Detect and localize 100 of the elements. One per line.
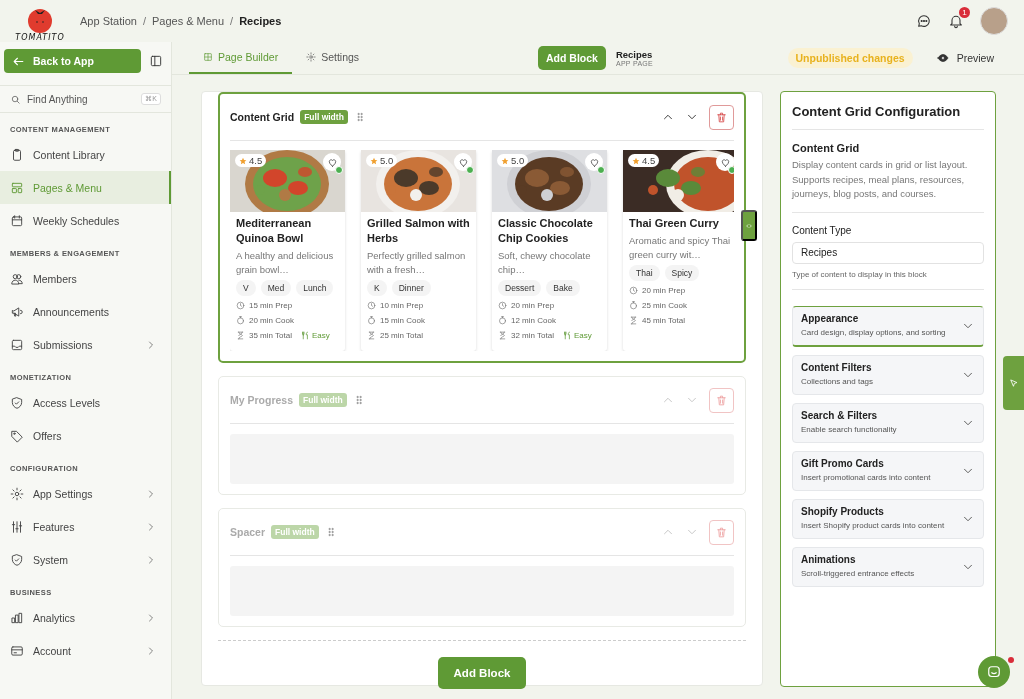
- clipboard-icon: [10, 147, 24, 162]
- breadcrumb-separator: /: [230, 15, 234, 27]
- status-dot: [466, 166, 474, 174]
- credit-card-icon: [10, 643, 24, 658]
- cursor-tool-button[interactable]: [1003, 356, 1024, 410]
- sidebar-item[interactable]: Content Library: [0, 138, 171, 171]
- hourglass-icon: [498, 331, 507, 340]
- sidebar-item[interactable]: Analytics: [0, 601, 171, 634]
- sidebar-item[interactable]: Features: [0, 510, 171, 543]
- tag: Lunch: [296, 280, 334, 296]
- breadcrumb[interactable]: App Station: [80, 15, 137, 27]
- content-type-field[interactable]: Recipes: [792, 241, 984, 264]
- panel-title: Content Grid Configuration: [792, 92, 984, 130]
- clock-icon: [629, 286, 638, 295]
- recipe-card[interactable]: 5.0 Grilled Salmon with Herbs Perfectly grilled salmon with a fresh… K Dinner 10 min Prep 15 min Cook 25 min Total: [361, 150, 476, 351]
- hourglass-icon: [236, 331, 245, 340]
- tag: Med: [260, 280, 292, 296]
- sidebar-label: Pages & Menu: [33, 181, 102, 194]
- content-block[interactable]: [218, 92, 746, 363]
- accordion-section[interactable]: Gift Promo Cards Insert promotional cards into content: [792, 450, 984, 491]
- heart-icon: [326, 156, 338, 168]
- status-dot: [728, 166, 734, 174]
- width-badge: Full width: [299, 393, 347, 407]
- delete-button[interactable]: [709, 519, 734, 545]
- sidebar-item[interactable]: System: [0, 543, 171, 576]
- recipe-card[interactable]: 5.0 Classic Chocolate Chip Cookies Soft, chewy chocolate chip… Dessert Bake 20 min Prep 12 min Cook 32 min Total Easy: [492, 150, 607, 351]
- delete-button[interactable]: [709, 104, 734, 130]
- tag: Dinner: [391, 280, 431, 296]
- star-icon: [370, 156, 378, 165]
- clock-icon: [367, 301, 376, 310]
- trash-icon: [715, 525, 728, 539]
- bell-icon: [948, 13, 964, 29]
- eye-icon: [936, 52, 949, 64]
- notification-badge: 1: [959, 7, 970, 18]
- sidebar-toggle-icon: [149, 54, 163, 68]
- hourglass-icon: [629, 316, 638, 325]
- sidebar-item[interactable]: Access Levels: [0, 386, 171, 419]
- timer-icon: [367, 316, 376, 325]
- total-time: 25 min Total: [380, 331, 423, 340]
- shield-icon: [10, 395, 24, 410]
- sidebar-label: App Settings: [33, 487, 93, 500]
- resize-handle[interactable]: [741, 210, 757, 241]
- unread-dot: [1008, 657, 1014, 663]
- search-placeholder: Find Anything: [27, 93, 88, 105]
- recipe-card[interactable]: 4.5 Mediterranean Quinoa Bowl A healthy and delicious grain bowl… V Med Lunch 15 min Prep 20 min Cook 35 min Total Easy: [230, 150, 345, 351]
- sidebar-label: Announcements: [33, 305, 109, 318]
- tab[interactable]: Settings: [292, 42, 374, 74]
- clock-icon: [236, 301, 245, 310]
- accordion-section[interactable]: Shopify Products Insert Shopify product cards into content: [792, 498, 984, 539]
- cursor-icon: [1008, 378, 1019, 388]
- preview-button[interactable]: Preview: [930, 51, 1000, 65]
- delete-button[interactable]: [709, 387, 734, 413]
- heart-icon: [719, 156, 731, 168]
- avatar[interactable]: [980, 7, 1008, 35]
- sidebar-item[interactable]: Account: [0, 634, 171, 667]
- recipe-card[interactable]: 4.5 Thai Green Curry Aromatic and spicy Thai green curry wit… Thai Spicy 20 min Prep 25 min Cook 45 min Total: [623, 150, 734, 351]
- card-description: Soft, chewy chocolate chip…: [498, 249, 592, 277]
- chart-icon: [10, 610, 24, 625]
- accordion-section[interactable]: Animations Scroll-triggered entrance effects: [792, 546, 984, 587]
- utensils-icon: [301, 331, 310, 340]
- width-badge: Full width: [300, 110, 348, 124]
- tag: Bake: [546, 280, 580, 296]
- heart-icon: [457, 156, 469, 168]
- sidebar-item[interactable]: Submissions: [0, 328, 171, 361]
- calendar-icon: [10, 213, 24, 228]
- tag: V: [236, 280, 256, 296]
- timer-icon: [629, 301, 638, 310]
- block-name: Content Grid: [792, 142, 861, 154]
- field-hint: Type of content to display in this block: [792, 269, 984, 290]
- users-icon: [10, 271, 24, 286]
- accordion-section[interactable]: Appearance Card design, display options, and sorting: [792, 305, 984, 347]
- hourglass-icon: [367, 331, 376, 340]
- breadcrumb: Recipes: [239, 15, 282, 27]
- sidebar-item[interactable]: Offers: [0, 419, 171, 452]
- card-title: Grilled Salmon with Herbs: [367, 216, 470, 246]
- card-description: Perfectly grilled salmon with a fresh…: [367, 249, 467, 277]
- chat-button[interactable]: [978, 656, 1010, 688]
- cook-time: 15 min Cook: [380, 316, 425, 325]
- sidebar-item[interactable]: App Settings: [0, 477, 171, 510]
- total-time: 45 min Total: [642, 316, 685, 325]
- trash-icon: [715, 110, 728, 124]
- layout-icon: [10, 180, 24, 195]
- sidebar-item[interactable]: Weekly Schedules: [0, 204, 171, 237]
- sidebar-label: Analytics: [33, 611, 75, 624]
- tag: K: [367, 280, 387, 296]
- sidebar-item[interactable]: Announcements: [0, 295, 171, 328]
- prep-time: 20 min Prep: [511, 301, 555, 310]
- sidebar-label: Members: [33, 272, 77, 285]
- sidebar-label: Access Levels: [33, 396, 101, 409]
- clock-icon: [498, 301, 507, 310]
- sidebar-item[interactable]: Members: [0, 262, 171, 295]
- tag-icon: [10, 428, 24, 443]
- accordion-section[interactable]: Content Filters Collections and tags: [792, 354, 984, 395]
- prep-time: 15 min Prep: [249, 301, 293, 310]
- width-badge: Full width: [271, 525, 319, 539]
- cook-time: 20 min Cook: [249, 316, 294, 325]
- breadcrumb[interactable]: Pages & Menu: [151, 15, 225, 27]
- accordion-section[interactable]: Search & Filters Enable search functionality: [792, 402, 984, 443]
- tag: Spicy: [664, 265, 700, 281]
- total-time: 32 min Total: [511, 331, 554, 340]
